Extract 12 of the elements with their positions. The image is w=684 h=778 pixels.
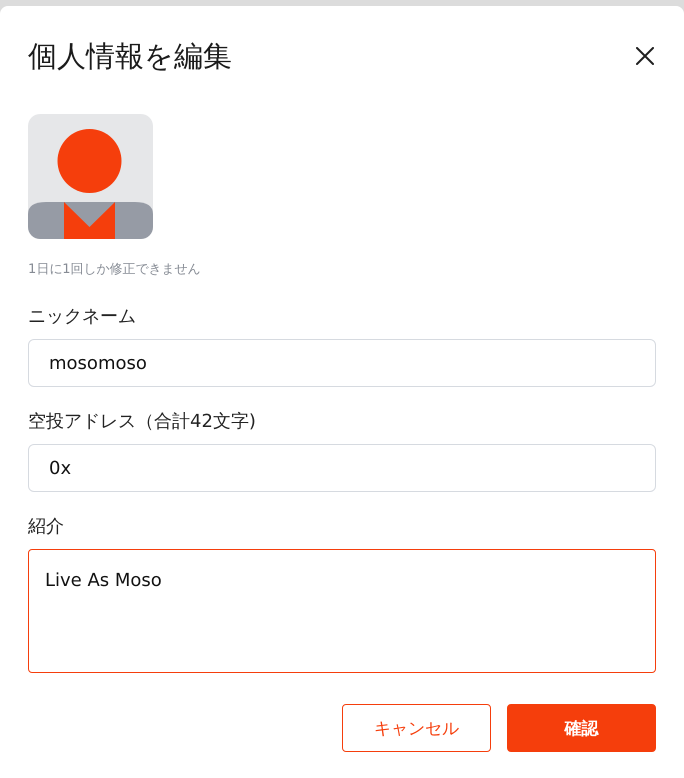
- field-label: 紹介: [28, 515, 65, 539]
- cancel-button[interactable]: キャンセル: [342, 704, 491, 752]
- dialog-title: 個人情報を編集: [28, 38, 232, 75]
- field-label: ニックネーム: [28, 305, 137, 329]
- avatar-icon[interactable]: [28, 114, 153, 239]
- field-label: 空投アドレス（合計42文字): [28, 410, 257, 434]
- text-area-field[interactable]: Live As Moso: [28, 549, 656, 673]
- input-field[interactable]: mosomoso: [28, 339, 656, 387]
- input-field[interactable]: 0x: [28, 444, 656, 492]
- confirm-button[interactable]: 確認: [507, 704, 656, 752]
- avatar-hint: 1日に1回しか修正できません: [28, 261, 202, 279]
- close-icon: [636, 47, 654, 65]
